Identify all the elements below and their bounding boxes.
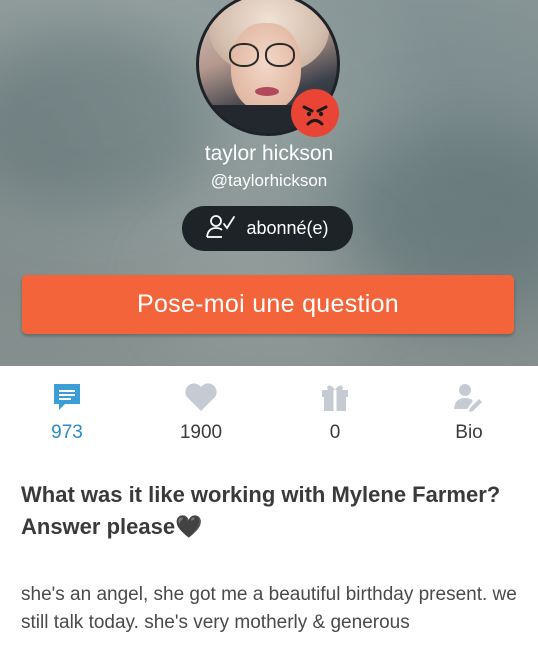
stat-bio[interactable]: Bio xyxy=(402,366,536,456)
bio-edit-icon xyxy=(452,380,486,414)
stat-likes[interactable]: 1900 xyxy=(134,366,268,456)
profile-handle: @taylorhickson xyxy=(210,171,328,190)
answer-text: she's an angel, she got me a beautiful b… xyxy=(21,584,517,633)
question-line: What was it like working with Mylene Far… xyxy=(21,482,501,507)
profile-header: taylor hickson @taylorhickson abonné(e) … xyxy=(0,0,538,366)
black-heart-icon: 🖤 xyxy=(175,514,203,539)
angry-face-icon xyxy=(291,89,339,137)
stat-answers[interactable]: 973 xyxy=(0,366,134,456)
avatar-glasses xyxy=(265,43,295,67)
avatar-glasses xyxy=(229,43,259,67)
stat-gifts-value: 0 xyxy=(329,422,341,443)
question-line: Answer please🖤 xyxy=(21,511,521,543)
user-check-icon xyxy=(206,213,236,244)
answers-bubble-icon xyxy=(50,380,84,414)
avatar-face xyxy=(231,23,301,111)
ask-question-button[interactable]: Pose-moi une question xyxy=(22,275,514,334)
stats-bar: 973 1900 0 Bio xyxy=(0,366,538,456)
question-text[interactable]: What was it like working with Mylene Far… xyxy=(21,479,521,543)
follow-button[interactable]: abonné(e) xyxy=(182,206,353,251)
profile-name: taylor hickson xyxy=(204,142,334,165)
gift-icon xyxy=(318,380,352,414)
stat-answers-value: 973 xyxy=(51,422,83,443)
stat-likes-value: 1900 xyxy=(179,422,223,443)
question-line-text: Answer please xyxy=(21,514,176,539)
stat-bio-label: Bio xyxy=(455,422,483,443)
stat-gifts[interactable]: 0 xyxy=(268,366,402,456)
follow-button-label: abonné(e) xyxy=(246,218,329,238)
avatar-lips xyxy=(255,87,279,96)
heart-icon xyxy=(184,380,218,414)
